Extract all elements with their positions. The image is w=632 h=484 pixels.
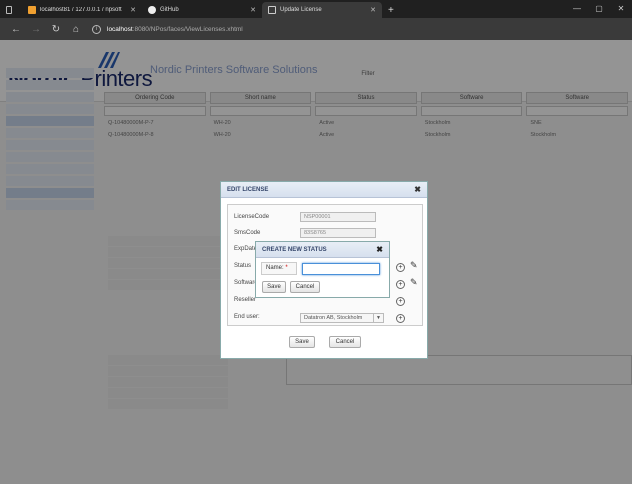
maximize-icon[interactable]: ▢	[588, 0, 610, 18]
site-info-icon[interactable]: i	[92, 24, 101, 34]
chevron-down-icon[interactable]: ▼	[373, 314, 383, 322]
add-status-icon[interactable]: +	[396, 263, 405, 272]
edit-software-icon[interactable]: ✎	[410, 277, 418, 288]
back-icon[interactable]: ←	[6, 24, 26, 35]
reseller-label: Reseller	[234, 297, 257, 303]
browser-tab-github[interactable]: GitHub ✕	[142, 2, 262, 18]
tab-actions-icon	[6, 6, 12, 14]
license-code-label: LicenseCode	[234, 214, 270, 220]
new-tab-button[interactable]: +	[382, 2, 400, 18]
cancel-button[interactable]: Cancel	[329, 336, 361, 348]
close-tab-icon[interactable]: ✕	[370, 6, 376, 14]
minimize-icon[interactable]: —	[566, 0, 588, 18]
home-icon[interactable]: ⌂	[66, 24, 86, 35]
browser-tab-phpmyadmin[interactable]: localhost81 / 127.0.0.1 / npsoft ✕	[22, 2, 142, 18]
tab-label: Update License	[280, 7, 322, 13]
dialog-title-bar: EDIT LICENSE ✖	[221, 182, 427, 198]
close-tab-icon[interactable]: ✕	[250, 6, 256, 14]
license-code-field[interactable]: NSP00001	[300, 212, 376, 222]
browser-tab-bar: localhost81 / 127.0.0.1 / npsoft ✕ GitHu…	[0, 0, 632, 18]
forward-icon[interactable]: →	[26, 24, 46, 35]
add-software-icon[interactable]: +	[396, 280, 405, 289]
tab-switcher[interactable]	[0, 2, 22, 18]
sms-code-label: SmsCode	[234, 230, 261, 236]
end-user-label: End user:	[234, 314, 260, 320]
create-status-dialog: CREATE NEW STATUS ✖ Name: * Save Cancel	[255, 241, 390, 298]
close-icon[interactable]: ✖	[414, 182, 421, 198]
end-user-value: Datatron AB, Stockholm	[304, 315, 363, 321]
close-window-icon[interactable]: ✕	[610, 0, 632, 18]
save-button[interactable]: Save	[289, 336, 315, 348]
browser-address-bar: ← → ↻ ⌂ i localhost :8080/NPos/faces/Vie…	[0, 18, 632, 52]
tab-label: GitHub	[160, 7, 179, 13]
dialog-title-bar: CREATE NEW STATUS ✖	[256, 242, 389, 258]
add-end-user-icon[interactable]: +	[396, 314, 405, 323]
github-icon	[148, 6, 156, 14]
cancel-button[interactable]: Cancel	[290, 281, 320, 293]
url-field[interactable]: i localhost :8080/NPos/faces/ViewLicense…	[92, 21, 512, 37]
url-path: :8080/NPos/faces/ViewLicenses.xhtml	[132, 25, 243, 33]
window-controls: — ▢ ✕	[566, 0, 632, 18]
add-reseller-icon[interactable]: +	[396, 297, 405, 306]
status-name-input[interactable]	[302, 263, 380, 275]
name-label: Name: *	[261, 262, 297, 275]
url-host: localhost	[107, 25, 133, 33]
browser-tab-update-license[interactable]: Update License ✕	[262, 2, 382, 18]
name-label-text: Name:	[266, 265, 284, 271]
phpmyadmin-icon	[28, 6, 36, 14]
edit-status-icon[interactable]: ✎	[410, 260, 418, 271]
dialog-title: CREATE NEW STATUS	[262, 247, 327, 253]
required-mark: *	[285, 265, 288, 271]
end-user-select[interactable]: Datatron AB, Stockholm ▼	[300, 313, 384, 323]
status-label: Status	[234, 263, 252, 269]
sms-code-field[interactable]: 83S8765	[300, 228, 376, 238]
close-tab-icon[interactable]: ✕	[130, 6, 136, 14]
refresh-icon[interactable]: ↻	[46, 24, 66, 35]
close-icon[interactable]: ✖	[376, 242, 383, 258]
dialog-title: EDIT LICENSE	[227, 187, 269, 193]
page-icon	[268, 6, 276, 14]
save-button[interactable]: Save	[262, 281, 286, 293]
tab-label: localhost81 / 127.0.0.1 / npsoft	[40, 7, 122, 13]
exp-date-label: ExpDate	[234, 246, 258, 252]
